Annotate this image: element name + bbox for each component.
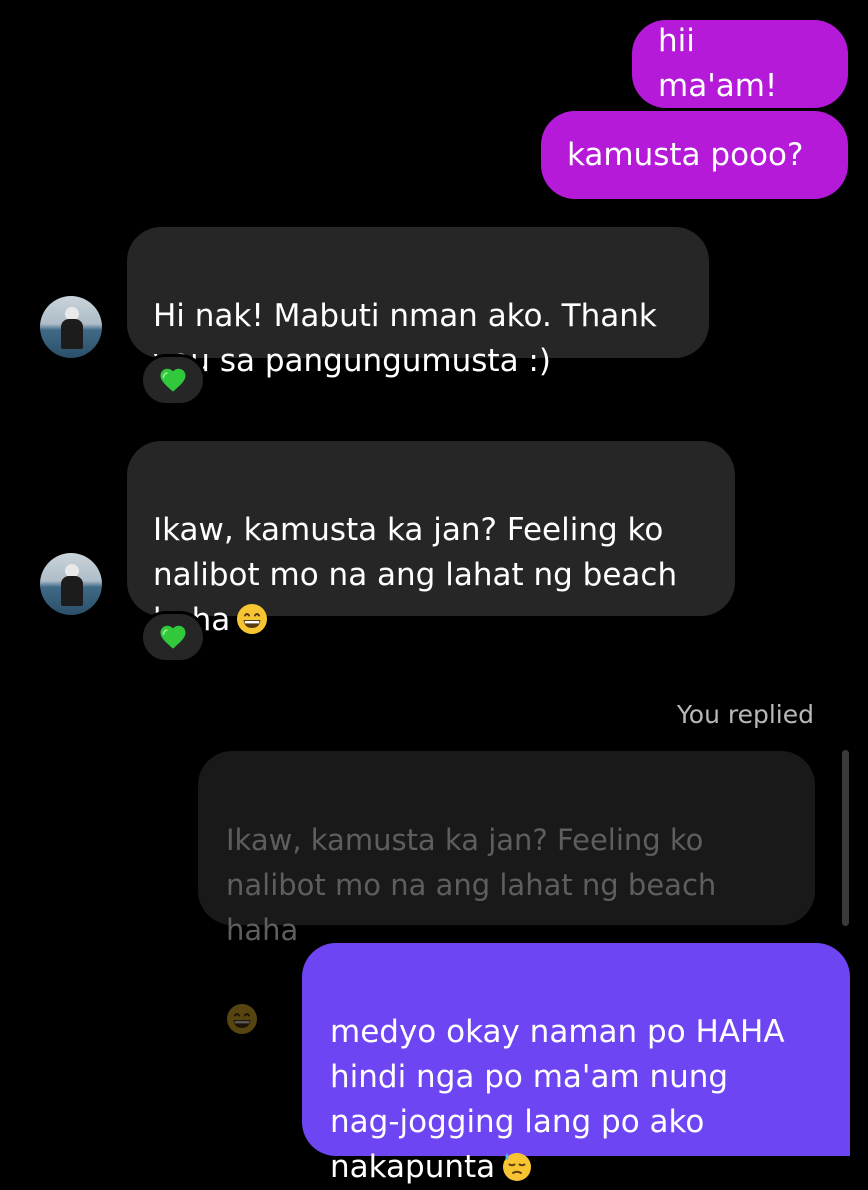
sent-reply-bubble[interactable]: medyo okay naman po HAHA hindi nga po ma… xyxy=(302,943,850,1185)
reaction-badge[interactable] xyxy=(140,354,206,406)
grinning-face-icon xyxy=(227,1004,257,1034)
grinning-face-icon xyxy=(237,604,268,634)
downcast-face-with-sweat-icon xyxy=(503,1153,532,1181)
avatar[interactable] xyxy=(40,296,102,358)
message-text: kamusta pooo? xyxy=(567,136,804,173)
received-message-bubble[interactable]: Ikaw, kamusta ka jan? Feeling ko nalibot… xyxy=(127,441,735,638)
quoted-text: Ikaw, kamusta ka jan? Feeling ko nalibot… xyxy=(226,823,717,947)
message-text: Hi nak! Mabuti nman ako. Thank you sa pa… xyxy=(153,298,657,379)
green-heart-icon xyxy=(160,625,186,649)
quoted-message[interactable]: Ikaw, kamusta ka jan? Feeling ko nalibot… xyxy=(198,751,815,1034)
avatar[interactable] xyxy=(40,553,102,615)
sent-message-bubble[interactable]: kamusta pooo? xyxy=(541,111,848,199)
reaction-badge[interactable] xyxy=(140,611,206,663)
message-text: Ikaw, kamusta ka jan? Feeling ko nalibot… xyxy=(153,512,678,638)
green-heart-icon xyxy=(160,368,186,392)
reply-indicator-bar xyxy=(842,750,849,926)
message-text: medyo okay naman po HAHA hindi nga po ma… xyxy=(330,1014,785,1185)
sent-message-bubble[interactable]: hii ma'am! xyxy=(632,20,848,108)
message-text: hii ma'am! xyxy=(658,23,778,104)
reply-label: You replied xyxy=(676,700,814,729)
received-message-bubble[interactable]: Hi nak! Mabuti nman ako. Thank you sa pa… xyxy=(127,227,709,379)
